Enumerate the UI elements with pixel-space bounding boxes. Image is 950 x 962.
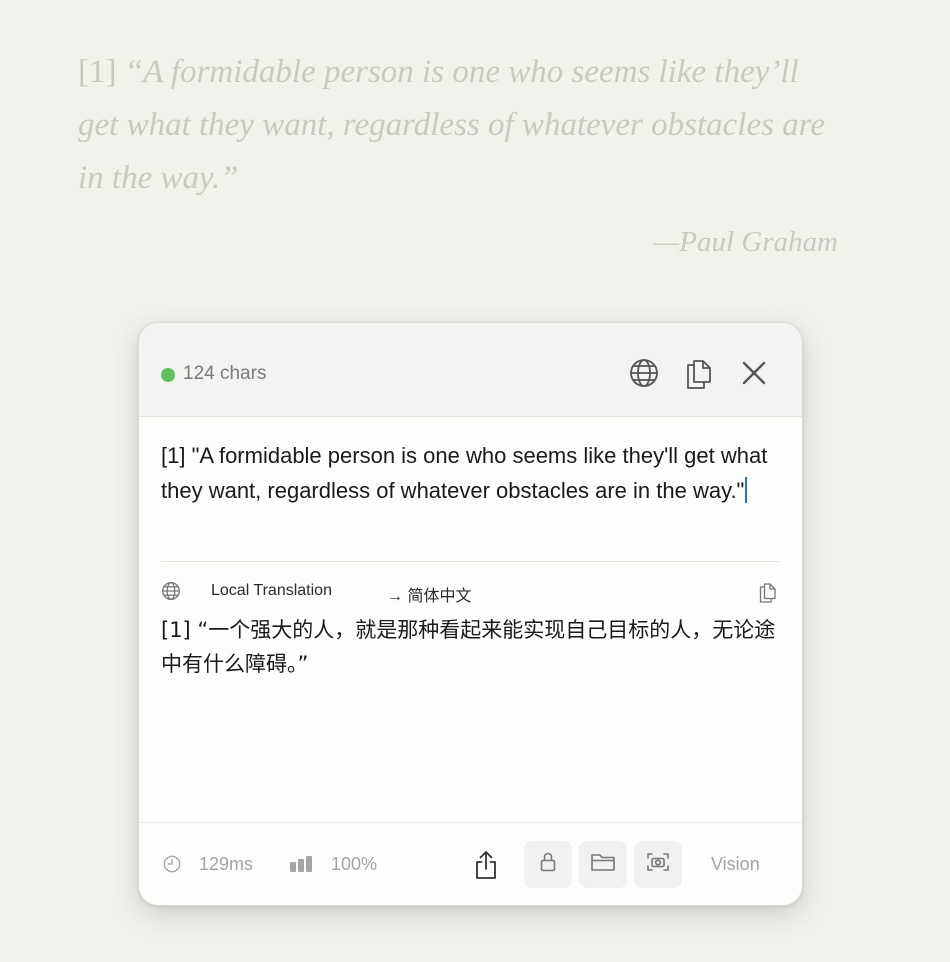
char-count: 124 chars: [183, 363, 267, 384]
translation-engine-label: Local Translation: [211, 582, 332, 599]
status-indicator: [161, 368, 175, 382]
screenshot-button[interactable]: [634, 841, 682, 888]
lock-icon: [539, 851, 557, 878]
copy-translation-icon[interactable]: [756, 580, 780, 604]
quote-text: “A formidable person is one who seems li…: [78, 54, 825, 196]
close-icon[interactable]: [737, 356, 771, 390]
translated-text: [1] “一个强大的人，就是那种看起来能实现自己目标的人，无论途中有什么障碍。”: [161, 618, 776, 676]
folder-button[interactable]: [579, 841, 627, 888]
copy-icon[interactable]: [682, 356, 716, 390]
confidence-value: 100%: [331, 854, 378, 874]
clock-icon: [163, 855, 181, 873]
target-language-selector[interactable]: → 简体中文: [387, 582, 471, 606]
quote-attribution: —Paul Graham: [653, 226, 838, 258]
translation-panel: 124 chars [1] "A formidable person is on…: [138, 322, 803, 906]
panel-footer: 129ms 100% Vision: [139, 823, 802, 905]
text-cursor: [745, 477, 748, 503]
source-text: [1] "A formidable person is one who seem…: [161, 443, 768, 503]
share-icon[interactable]: [469, 847, 503, 883]
bars-icon: [289, 855, 315, 873]
latency-value: 129ms: [199, 854, 254, 874]
lock-button[interactable]: [524, 841, 572, 888]
camera-icon: [646, 851, 670, 878]
panel-header: 124 chars: [139, 323, 802, 417]
source-text-editor[interactable]: [1] "A formidable person is one who seem…: [161, 438, 781, 508]
globe-icon[interactable]: [627, 356, 661, 390]
translation-globe-icon: [161, 581, 181, 601]
divider: [161, 561, 780, 562]
translation-info-row: Local Translation → 简体中文: [161, 580, 780, 606]
background-quote: [1] “A formidable person is one who seem…: [78, 46, 838, 205]
quote-ref: [1]: [78, 54, 117, 90]
vision-mode-button[interactable]: Vision: [711, 854, 760, 875]
folder-icon: [590, 851, 616, 878]
